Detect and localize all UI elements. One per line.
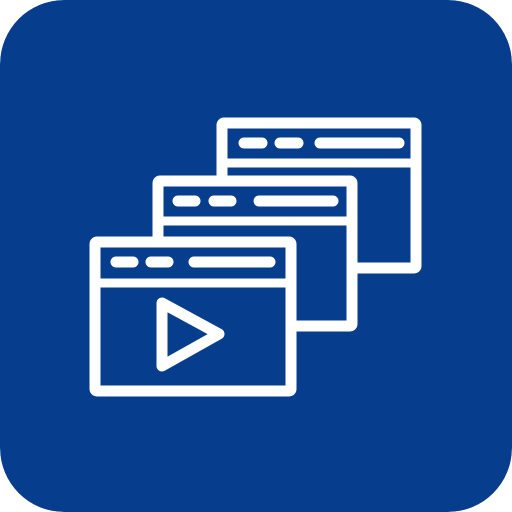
front-window-icon xyxy=(89,236,297,397)
stacked-video-windows-icon xyxy=(0,0,512,512)
app-icon-tile[interactable] xyxy=(0,0,512,512)
